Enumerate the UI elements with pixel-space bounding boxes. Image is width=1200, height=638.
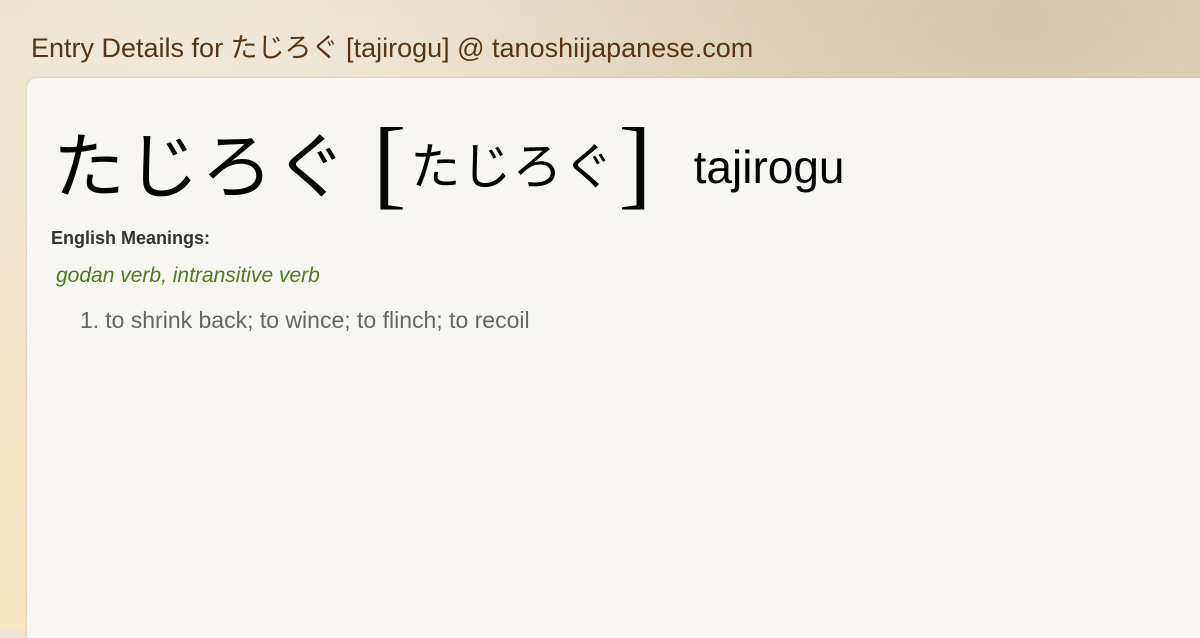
headword-reading-kana: たじろぐ xyxy=(410,138,615,196)
reading-bracket-close: ] xyxy=(618,107,652,218)
headword-row: たじろぐ [ たじろぐ ] tajirogu xyxy=(53,112,845,222)
reading-bracket-open: [ xyxy=(373,107,407,218)
definition-text: to shrink back; to wince; to flinch; to … xyxy=(105,307,530,333)
english-meanings-label: English Meanings: xyxy=(51,228,211,248)
definition-item: 1. to shrink back; to wince; to flinch; … xyxy=(80,307,530,334)
definition-list: 1. to shrink back; to wince; to flinch; … xyxy=(80,307,530,334)
part-of-speech: godan verb, intransitive verb xyxy=(56,264,320,287)
definition-number: 1. xyxy=(80,307,100,333)
headword-kanji: たじろぐ xyxy=(53,125,350,209)
page-title: Entry Details for たじろぐ [tajirogu] @ tano… xyxy=(31,33,754,63)
headword-romaji: tajirogu xyxy=(693,141,845,193)
entry-card: たじろぐ [ たじろぐ ] tajirogu English Meanings:… xyxy=(27,78,1200,638)
